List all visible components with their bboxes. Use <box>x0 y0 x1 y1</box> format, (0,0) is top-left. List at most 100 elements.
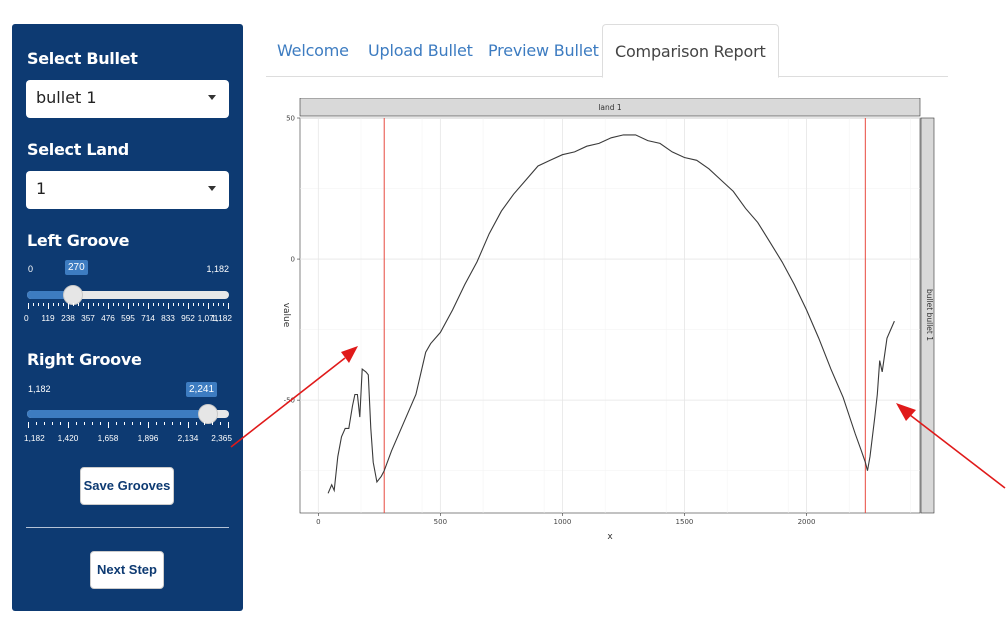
slider-tick <box>84 422 85 425</box>
slider-tick-label: 357 <box>81 313 95 323</box>
slider-tick <box>183 303 184 306</box>
next-step-button[interactable]: Next Step <box>90 551 164 589</box>
slider-tick-label: 0 <box>24 313 29 323</box>
slider-tick <box>228 422 229 428</box>
slider-tick <box>180 422 181 425</box>
select-land-label: Select Land <box>27 140 129 159</box>
x-tick-label: 1000 <box>553 518 571 526</box>
slider-tick <box>38 303 39 306</box>
slider-tick-label: 952 <box>181 313 195 323</box>
slider-tick <box>113 303 114 306</box>
slider-tick <box>128 303 129 309</box>
left-groove-slider[interactable] <box>27 285 229 305</box>
slider-tick <box>103 303 104 306</box>
slider-tick <box>178 303 179 306</box>
slider-tick <box>140 422 141 425</box>
right-groove-slider-handle[interactable] <box>197 404 218 424</box>
facet-strip-right-label: bullet bullet 1 <box>925 289 934 341</box>
slider-tick <box>188 303 189 309</box>
left-groove-max: 1,182 <box>206 264 229 274</box>
right-groove-ticks <box>28 422 229 428</box>
slider-tick-label: 595 <box>121 313 135 323</box>
x-tick-label: 1500 <box>676 518 694 526</box>
x-tick-label: 0 <box>316 518 320 526</box>
slider-tick <box>68 422 69 428</box>
slider-tick <box>228 303 229 309</box>
save-grooves-button[interactable]: Save Grooves <box>80 467 174 505</box>
left-groove-slider-handle[interactable] <box>63 285 84 305</box>
y-tick-label: -50 <box>284 397 295 405</box>
slider-tick-label: 119 <box>41 313 55 323</box>
slider-tick <box>118 303 119 306</box>
chart-grid <box>299 117 921 514</box>
slider-tick <box>193 303 194 306</box>
slider-tick <box>76 422 77 425</box>
slider-tick-label: 1,420 <box>57 433 79 443</box>
slider-tick <box>43 303 44 306</box>
left-groove-ticks <box>28 303 229 309</box>
slider-tick <box>124 422 125 425</box>
x-axis-label: x <box>607 532 613 542</box>
tab-comparison-report[interactable]: Comparison Report <box>602 24 779 78</box>
select-bullet-value: bullet 1 <box>36 88 97 107</box>
facet-strip-top-label: land 1 <box>598 103 622 112</box>
slider-tick <box>163 303 164 306</box>
slider-tick <box>28 303 29 309</box>
slider-tick-label: 833 <box>161 313 175 323</box>
slider-tick <box>100 422 101 425</box>
y-tick-label: 50 <box>286 115 295 123</box>
tab-upload-bullet[interactable]: Upload Bullet <box>368 24 473 77</box>
slider-tick <box>116 422 117 425</box>
tab-preview-bullet[interactable]: Preview Bullet <box>488 24 599 77</box>
slider-tick <box>203 303 204 306</box>
slider-tick <box>212 422 213 425</box>
slider-tick <box>168 303 169 309</box>
y-tick-label: 0 <box>291 256 295 264</box>
slider-tick <box>164 422 165 425</box>
comparison-plot: land 1 bullet bullet 1 value x 0 500 1000 1… <box>270 97 940 548</box>
sidebar-divider <box>26 527 229 528</box>
slider-tick <box>108 422 109 428</box>
slider-tick <box>148 303 149 309</box>
slider-tick <box>156 422 157 425</box>
slider-tick-label: 476 <box>101 313 115 323</box>
tab-bar: Welcome Upload Bullet Preview Bullet Com… <box>266 24 948 78</box>
plot-panel <box>299 117 921 514</box>
slider-tick <box>36 422 37 425</box>
select-bullet-label: Select Bullet <box>27 49 138 68</box>
slider-tick <box>133 303 134 306</box>
select-land-dropdown[interactable]: 1 <box>26 171 229 209</box>
slider-tick-label: 2,134 <box>177 433 199 443</box>
slider-tick <box>52 422 53 425</box>
slider-tick <box>208 303 209 309</box>
left-groove-label: Left Groove <box>27 231 130 250</box>
right-groove-tick-labels: 1,182 1,420 1,658 1,896 2,134 2,365 <box>24 433 232 445</box>
chevron-down-icon <box>208 95 216 100</box>
slider-tick <box>196 422 197 425</box>
select-bullet-dropdown[interactable]: bullet 1 <box>26 80 229 118</box>
slider-tick-label: 714 <box>141 313 155 323</box>
x-tick-label: 2000 <box>798 518 816 526</box>
left-groove-value-badge: 270 <box>65 260 88 275</box>
slider-tick <box>123 303 124 306</box>
slider-tick <box>132 422 133 425</box>
right-groove-min: 1,182 <box>28 384 51 394</box>
slider-tick-label: 1,658 <box>97 433 119 443</box>
tab-welcome[interactable]: Welcome <box>277 24 349 77</box>
slider-tick <box>53 303 54 306</box>
slider-tick <box>58 303 59 306</box>
left-groove-min: 0 <box>28 264 34 274</box>
right-groove-slider-fill <box>27 410 208 418</box>
signature-chart: land 1 bullet bullet 1 value x 0 500 1000 1… <box>281 97 935 542</box>
slider-tick <box>148 422 149 428</box>
slider-tick <box>172 422 173 425</box>
slider-tick <box>108 303 109 309</box>
slider-tick <box>143 303 144 306</box>
slider-tick-label: 1,182 <box>24 433 45 443</box>
right-groove-slider[interactable] <box>27 404 229 424</box>
slider-tick <box>98 303 99 306</box>
slider-tick <box>213 303 214 306</box>
slider-tick <box>78 303 79 306</box>
sidebar: Select Bullet bullet 1 Select Land 1 Lef… <box>12 24 243 611</box>
slider-tick <box>153 303 154 306</box>
